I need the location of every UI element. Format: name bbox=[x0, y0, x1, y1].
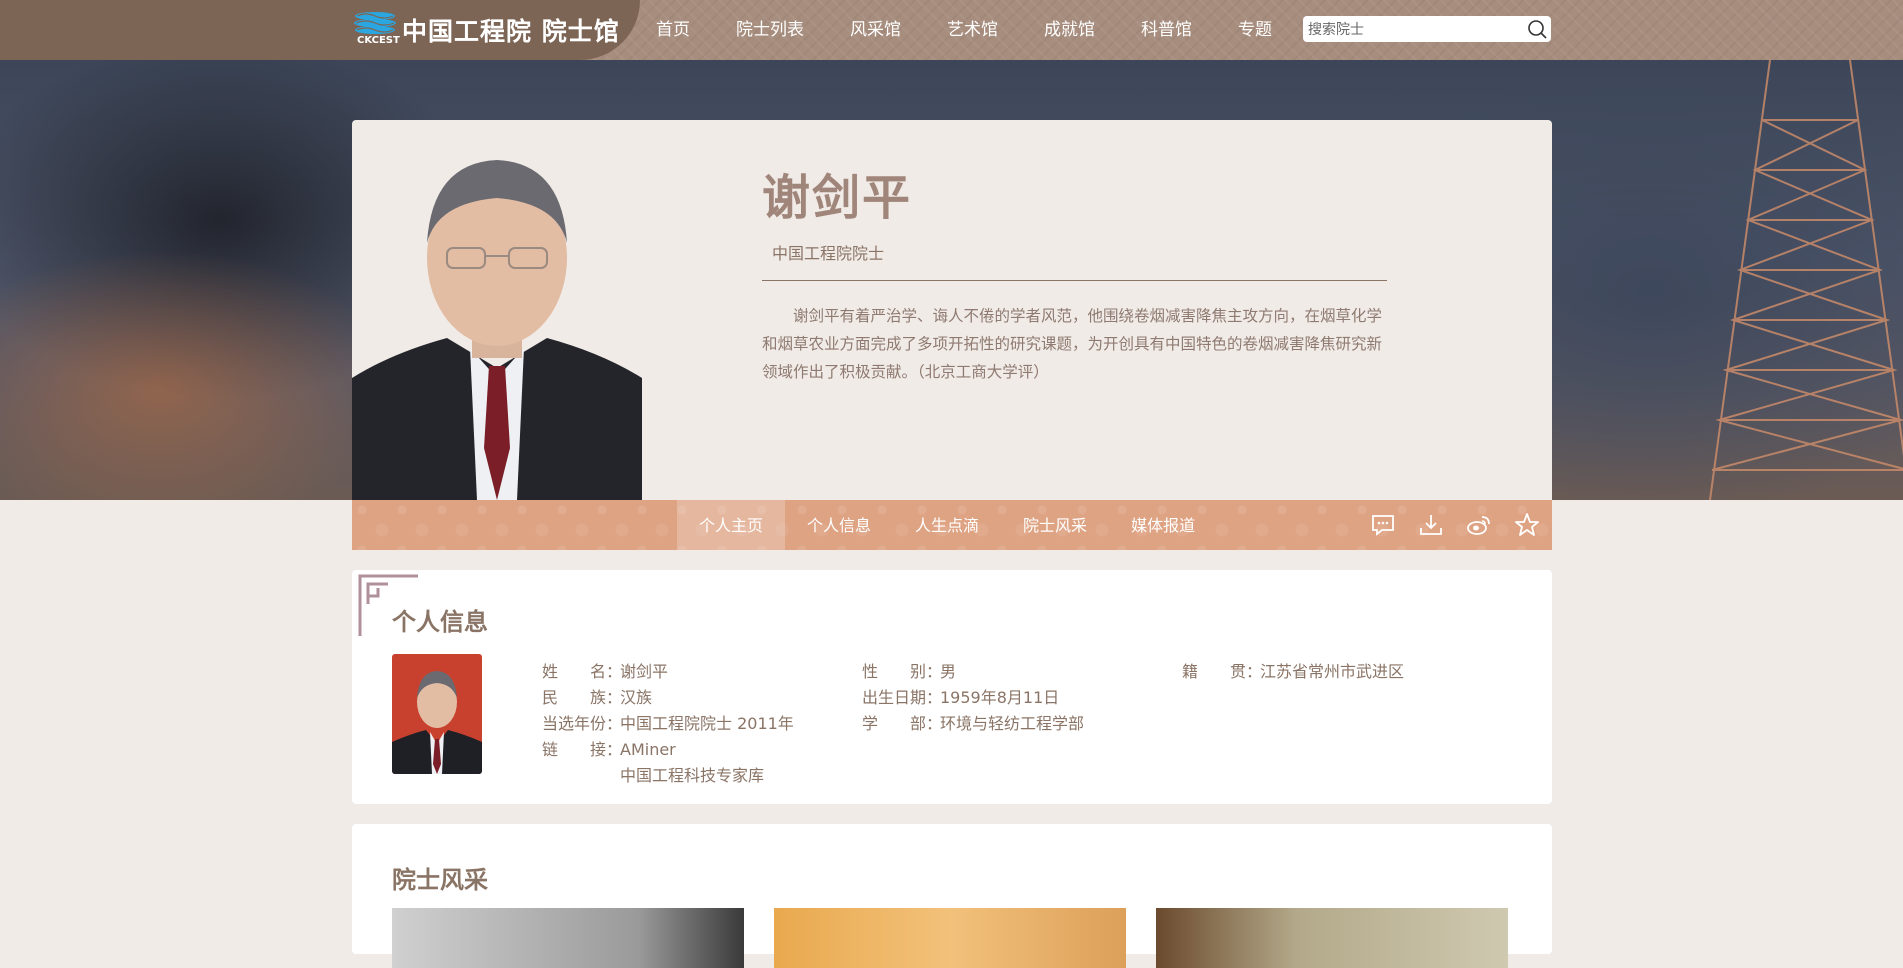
academician-thumbnail bbox=[392, 654, 482, 774]
tower-background-image bbox=[1709, 60, 1903, 500]
tab-academician-style[interactable]: 院士风采 bbox=[1001, 500, 1109, 550]
info-birth-date: 出生日期：1959年8月11日 bbox=[862, 688, 1060, 707]
link-aminer[interactable]: AMiner bbox=[620, 740, 676, 759]
logo-title: 中国工程院 院士馆 bbox=[402, 17, 620, 46]
tab-homepage[interactable]: 个人主页 bbox=[677, 500, 786, 550]
info-elected-year: 当选年份：中国工程院院士 2011年 bbox=[542, 714, 794, 733]
profile-card: 谢剑平 中国工程院院士 谢剑平有着严治学、诲人不倦的学者风范，他围绕卷烟减害降焦… bbox=[352, 120, 1552, 500]
nav-style-hall[interactable]: 风采馆 bbox=[850, 0, 901, 60]
link-expert-database[interactable]: 中国工程科技专家库 bbox=[620, 762, 764, 786]
personal-info-card: 个人信息 姓 名：谢剑平 民 族：汉族 当选年份：中国工程院院士 2011年 链… bbox=[352, 570, 1552, 804]
download-icon[interactable] bbox=[1418, 512, 1444, 538]
gallery-photo-1[interactable] bbox=[392, 908, 744, 968]
info-gender: 性 别：男 bbox=[862, 662, 957, 681]
gallery-photo-3[interactable] bbox=[1156, 908, 1508, 968]
info-native-place: 籍 贯：江苏省常州市武进区 bbox=[1182, 662, 1405, 681]
gallery-card: 院士风采 bbox=[352, 824, 1552, 968]
divider bbox=[762, 280, 1387, 281]
main-nav: 首页 院士列表 风采馆 艺术馆 成就馆 科普馆 专题 bbox=[656, 0, 1318, 60]
top-nav-bar: CKCEST 中国工程院 院士馆 首页 院士列表 风采馆 艺术馆 成就馆 科普馆… bbox=[0, 0, 1903, 60]
info-department: 学 部：环境与轻纺工程学部 bbox=[862, 714, 1085, 733]
nav-academician-list[interactable]: 院士列表 bbox=[736, 0, 804, 60]
section-title-academician-style: 院士风采 bbox=[392, 866, 488, 894]
nav-science-hall[interactable]: 科普馆 bbox=[1141, 0, 1192, 60]
comment-icon[interactable] bbox=[1370, 512, 1396, 538]
logo-block[interactable]: CKCEST 中国工程院 院士馆 bbox=[0, 0, 640, 60]
portrait-photo bbox=[352, 148, 642, 500]
tabs: 个人主页 个人信息 人生点滴 院士风采 媒体报道 bbox=[677, 500, 1217, 550]
profile-tab-bar: 个人主页 个人信息 人生点滴 院士风采 媒体报道 bbox=[352, 500, 1552, 550]
tab-actions bbox=[1348, 512, 1540, 538]
tab-personal-info[interactable]: 个人信息 bbox=[785, 500, 893, 550]
weibo-icon[interactable] bbox=[1466, 512, 1492, 538]
logo-subtext: CKCEST bbox=[357, 35, 400, 46]
gallery-photo-2[interactable] bbox=[774, 908, 1126, 968]
search-input[interactable] bbox=[1303, 16, 1520, 44]
tab-life-moments[interactable]: 人生点滴 bbox=[893, 500, 1001, 550]
section-title-personal-info: 个人信息 bbox=[392, 608, 488, 636]
star-icon[interactable] bbox=[1514, 512, 1540, 538]
nav-topics[interactable]: 专题 bbox=[1238, 0, 1272, 60]
nav-art-hall[interactable]: 艺术馆 bbox=[947, 0, 998, 60]
search-icon[interactable] bbox=[1527, 19, 1547, 39]
nav-achievement-hall[interactable]: 成就馆 bbox=[1044, 0, 1095, 60]
search-box bbox=[1303, 16, 1551, 44]
tab-media-reports[interactable]: 媒体报道 bbox=[1109, 500, 1217, 550]
info-ethnicity: 民 族：汉族 bbox=[542, 688, 653, 707]
academician-bio: 谢剑平有着严治学、诲人不倦的学者风范，他围绕卷烟减害降焦主攻方向，在烟草化学和烟… bbox=[762, 307, 1383, 381]
nav-home[interactable]: 首页 bbox=[656, 0, 690, 60]
academician-title: 中国工程院院士 bbox=[772, 244, 885, 263]
info-links: 链 接：AMiner bbox=[542, 740, 676, 759]
info-name: 姓 名：谢剑平 bbox=[542, 662, 669, 681]
academician-name: 谢剑平 bbox=[762, 170, 913, 226]
